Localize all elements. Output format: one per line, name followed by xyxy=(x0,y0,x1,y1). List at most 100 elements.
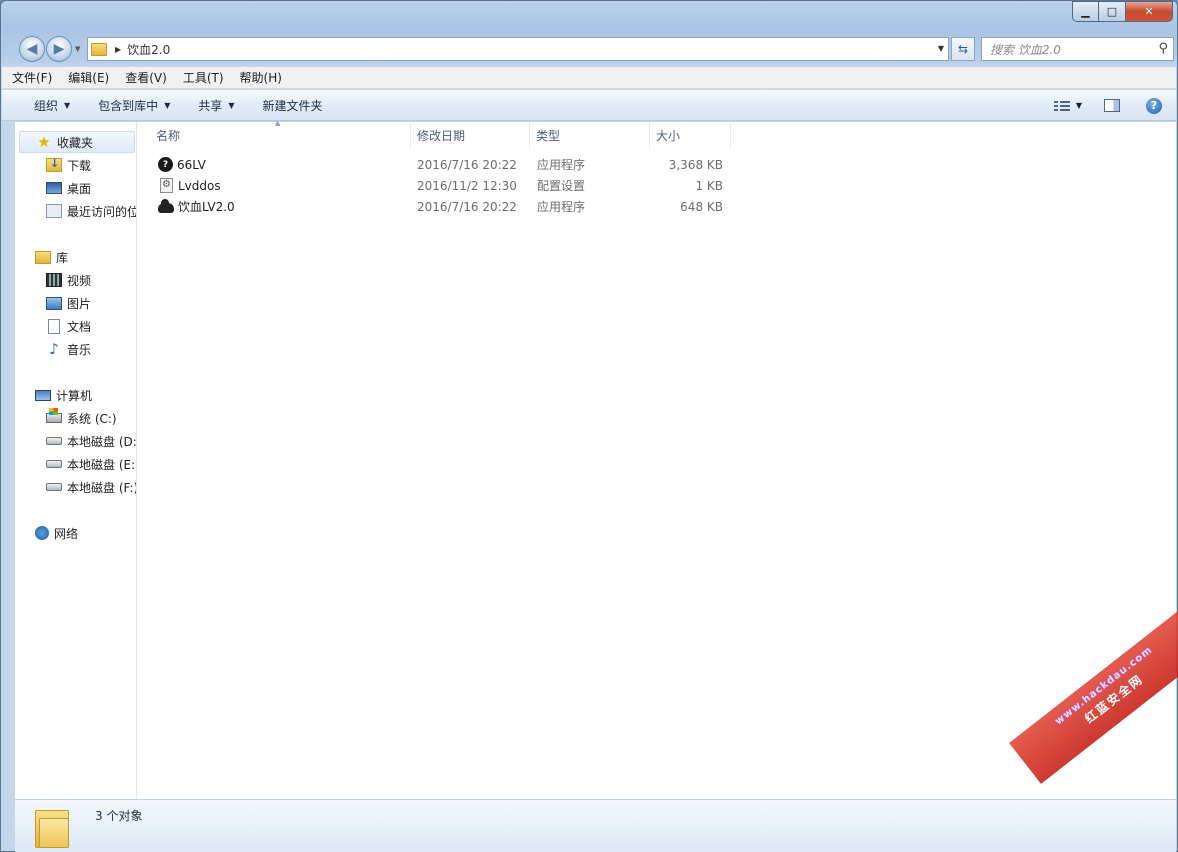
sidebar-item-documents[interactable]: 文档 xyxy=(46,315,91,337)
menu-tools[interactable]: 工具(T) xyxy=(175,69,232,86)
sidebar-item-label: 音乐 xyxy=(67,342,92,357)
view-details-icon[interactable] xyxy=(1053,100,1070,112)
music-note-icon: ♪ xyxy=(49,340,59,358)
video-icon xyxy=(46,273,62,287)
star-icon: ★ xyxy=(37,133,51,151)
item-count: 3 个对象 xyxy=(95,809,143,823)
sidebar-item-pictures[interactable]: 图片 xyxy=(46,292,91,314)
sidebar-item-music[interactable]: ♪ 音乐 xyxy=(46,338,91,360)
address-bar[interactable]: ▶ 饮血2.0 ▼ xyxy=(87,37,949,61)
chevron-down-icon: ▼ xyxy=(228,100,235,110)
file-name: Lvddos xyxy=(178,178,221,193)
sidebar-item-label: 系统 (C:) xyxy=(67,411,117,426)
window-controls: ▁ □ ✕ xyxy=(1072,1,1173,22)
close-button[interactable]: ✕ xyxy=(1126,1,1173,22)
column-header-size[interactable]: 大小 xyxy=(650,122,731,148)
file-date: 2016/7/16 20:22 xyxy=(417,199,517,214)
file-list[interactable]: ▲ 名称 修改日期 类型 大小 ? 66LV 2016/7/16 20:22 应… xyxy=(138,119,1176,799)
library-icon xyxy=(35,250,51,264)
organize-button[interactable]: 组织 ▼ xyxy=(2,97,84,114)
computer-icon xyxy=(35,389,51,401)
folder-icon xyxy=(35,806,69,848)
search-icon[interactable]: ⚲ xyxy=(1158,41,1168,56)
file-name-cell[interactable]: 饮血LV2.0 xyxy=(158,196,235,217)
file-type: 应用程序 xyxy=(537,158,586,172)
back-button[interactable]: ◀ xyxy=(19,36,45,62)
maximize-button[interactable]: □ xyxy=(1099,1,1126,22)
sidebar-item-videos[interactable]: 视频 xyxy=(46,269,91,291)
organize-label: 组织 xyxy=(34,98,59,113)
file-type: 应用程序 xyxy=(537,200,586,214)
app-icon: ? xyxy=(158,157,173,172)
menu-view[interactable]: 查看(V) xyxy=(117,69,175,86)
menu-bar: 文件(F) 编辑(E) 查看(V) 工具(T) 帮助(H) xyxy=(2,67,1176,89)
file-date: 2016/11/2 12:30 xyxy=(417,178,517,193)
column-header-label: 名称 xyxy=(156,128,181,143)
sidebar-item-computer[interactable]: 计算机 xyxy=(35,384,92,406)
sidebar-item-label: 最近访问的位置 xyxy=(67,204,136,219)
sidebar-item-network[interactable]: 网络 xyxy=(35,522,78,544)
menu-edit[interactable]: 编辑(E) xyxy=(60,69,117,86)
column-header-name[interactable]: 名称 xyxy=(138,122,411,148)
sidebar-item-label: 本地磁盘 (F:) xyxy=(67,480,137,495)
file-row[interactable]: Lvddos 2016/11/2 12:30 配置设置 1 KB xyxy=(138,175,738,196)
preview-pane-icon[interactable] xyxy=(1104,99,1120,112)
file-name-cell[interactable]: ? 66LV xyxy=(158,154,206,175)
file-row[interactable]: ? 66LV 2016/7/16 20:22 应用程序 3,368 KB xyxy=(138,154,738,175)
column-header-date[interactable]: 修改日期 xyxy=(411,122,530,148)
sidebar-item-label: 下载 xyxy=(67,158,92,173)
sidebar-item-downloads[interactable]: 下载 xyxy=(46,154,91,176)
sidebar-item-label: 计算机 xyxy=(56,388,93,403)
refresh-button[interactable]: ⇆ xyxy=(951,37,975,61)
sidebar-item-label: 桌面 xyxy=(67,181,92,196)
chevron-down-icon: ▼ xyxy=(164,100,171,110)
menu-file[interactable]: 文件(F) xyxy=(2,69,60,86)
hard-drive-icon xyxy=(46,437,62,445)
file-type: 配置设置 xyxy=(537,179,586,193)
sidebar-item-label: 库 xyxy=(56,250,69,265)
navigation-row: ◀ ▶ ▼ ▶ 饮血2.0 ▼ ⇆ 搜索 饮血2.0 ⚲ xyxy=(1,33,1177,63)
sidebar-item-label: 视频 xyxy=(67,273,92,288)
view-options-dropdown-icon[interactable]: ▼ xyxy=(1076,101,1082,110)
sidebar-item-favorites[interactable]: ★ 收藏夹 xyxy=(19,131,135,153)
sidebar-item-label: 收藏夹 xyxy=(57,135,94,150)
navigation-pane[interactable]: ★ 收藏夹 下载 桌面 最近访问的位置 库 视频 xyxy=(15,122,137,799)
search-input[interactable]: 搜索 饮血2.0 ⚲ xyxy=(981,37,1174,61)
file-name: 66LV xyxy=(177,157,206,172)
sidebar-item-drive-c[interactable]: 系统 (C:) xyxy=(46,407,117,429)
help-icon[interactable]: ? xyxy=(1146,97,1162,114)
sidebar-item-libraries[interactable]: 库 xyxy=(35,246,68,268)
chevron-down-icon: ▼ xyxy=(64,100,71,110)
title-bar[interactable]: ▁ □ ✕ xyxy=(1,1,1177,31)
share-button[interactable]: 共享 ▼ xyxy=(184,97,248,114)
forward-button[interactable]: ▶ xyxy=(46,36,72,62)
recent-pages-dropdown[interactable]: ▼ xyxy=(75,45,80,53)
hard-drive-icon xyxy=(46,483,62,491)
column-header-type[interactable]: 类型 xyxy=(530,122,650,148)
config-file-icon xyxy=(160,178,173,193)
address-dropdown-icon[interactable]: ▼ xyxy=(938,44,944,53)
sidebar-item-desktop[interactable]: 桌面 xyxy=(46,177,91,199)
file-name-cell[interactable]: Lvddos xyxy=(158,175,221,196)
back-arrow-icon: ◀ xyxy=(26,41,38,57)
menu-help[interactable]: 帮助(H) xyxy=(232,69,290,86)
column-header-label: 修改日期 xyxy=(417,128,466,143)
minimize-button[interactable]: ▁ xyxy=(1072,1,1099,22)
breadcrumb-chevron-icon[interactable]: ▶ xyxy=(115,45,121,54)
include-in-library-button[interactable]: 包含到库中 ▼ xyxy=(84,97,184,114)
search-placeholder: 搜索 饮血2.0 xyxy=(990,42,1061,57)
sidebar-item-drive-d[interactable]: 本地磁盘 (D:) xyxy=(46,430,136,452)
breadcrumb-current[interactable]: 饮血2.0 xyxy=(127,41,170,58)
sidebar-item-drive-f[interactable]: 本地磁盘 (F:) xyxy=(46,476,137,498)
content-area: ★ 收藏夹 下载 桌面 最近访问的位置 库 视频 xyxy=(15,119,1176,799)
sidebar-item-drive-e[interactable]: 本地磁盘 (E:) xyxy=(46,453,136,475)
new-folder-label: 新建文件夹 xyxy=(262,98,323,113)
file-name: 饮血LV2.0 xyxy=(178,200,235,214)
sidebar-item-recent-places[interactable]: 最近访问的位置 xyxy=(46,200,136,222)
new-folder-button[interactable]: 新建文件夹 xyxy=(249,97,337,114)
column-header-label: 大小 xyxy=(656,128,681,143)
forward-arrow-icon: ▶ xyxy=(53,41,65,57)
file-row[interactable]: 饮血LV2.0 2016/7/16 20:22 应用程序 648 KB xyxy=(138,196,738,217)
recent-places-icon xyxy=(46,204,62,218)
sidebar-item-label: 图片 xyxy=(67,296,92,311)
